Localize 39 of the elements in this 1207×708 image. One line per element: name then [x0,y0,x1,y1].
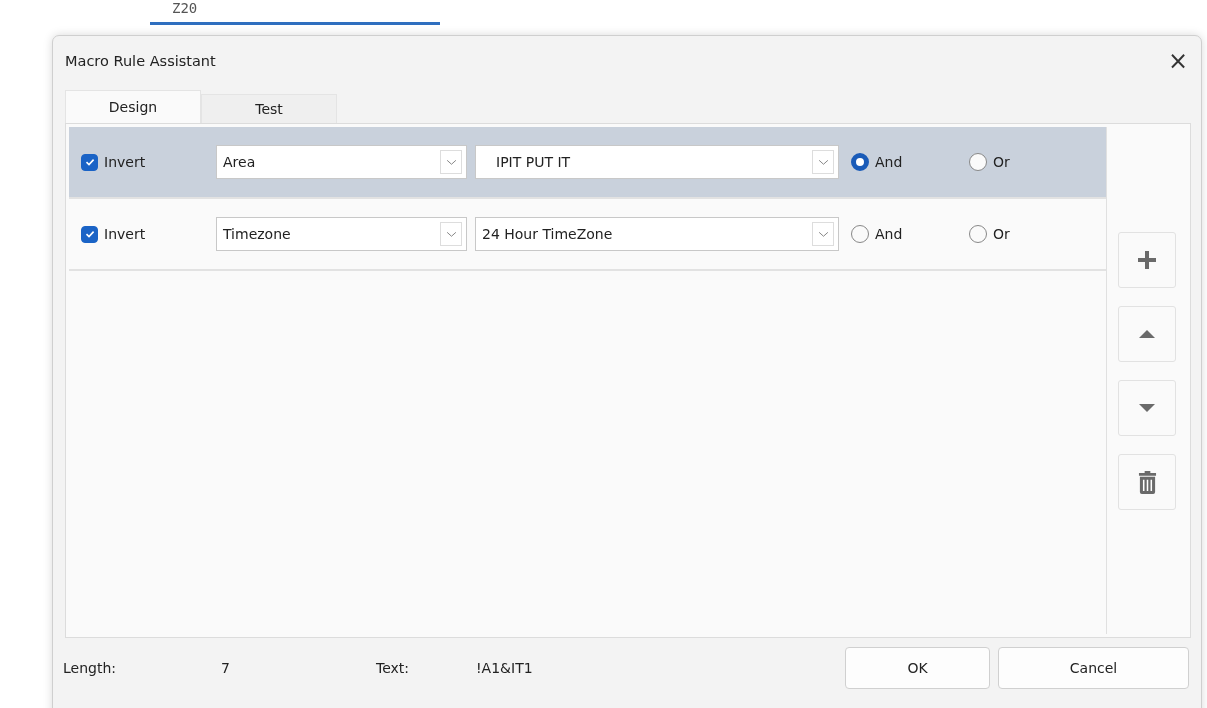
cancel-button[interactable]: Cancel [998,647,1189,689]
and-label: And [875,154,903,170]
rule-row[interactable]: Invert Area IPIT PUT IT And Or [69,127,1106,199]
tab[interactable]: Design [65,90,201,123]
invert-checkbox[interactable] [81,153,98,171]
invert-checkbox[interactable] [81,225,98,243]
or-radio[interactable] [969,153,987,171]
field-dropdown[interactable]: Area [216,145,467,179]
text-label: Text: [376,660,411,676]
invert-label: Invert [104,154,146,170]
delete-button[interactable] [1118,454,1176,510]
ok-button[interactable]: OK [845,647,990,689]
trash-icon [1137,469,1157,495]
window-title: Macro Rule Assistant [65,53,216,69]
invert-label: Invert [104,226,146,242]
chevron-down-icon [812,150,834,174]
text-value: !A1&IT1 [476,660,534,676]
triangle-down-icon [1139,404,1155,412]
and-radio[interactable] [851,225,869,243]
and-label: And [875,226,903,242]
chevron-down-icon [440,150,462,174]
value-dropdown[interactable]: 24 Hour TimeZone [475,217,839,251]
cell-reference: Z20 [150,0,440,25]
add-button[interactable] [1118,232,1176,288]
rule-row[interactable]: Invert Timezone 24 Hour TimeZone And Or [69,199,1106,271]
and-radio[interactable] [851,153,869,171]
triangle-up-icon [1139,330,1155,338]
tab[interactable]: Test [201,94,337,123]
length-label: Length: [63,660,117,676]
or-label: Or [993,154,1010,170]
plus-icon [1137,250,1157,270]
chevron-down-icon [440,222,462,246]
close-button[interactable]: × [1161,44,1195,78]
field-dropdown[interactable]: Timezone [216,217,467,251]
value-dropdown[interactable]: IPIT PUT IT [475,145,839,179]
length-value: 7 [221,660,231,676]
or-label: Or [993,226,1010,242]
chevron-down-icon [812,222,834,246]
or-radio[interactable] [969,225,987,243]
